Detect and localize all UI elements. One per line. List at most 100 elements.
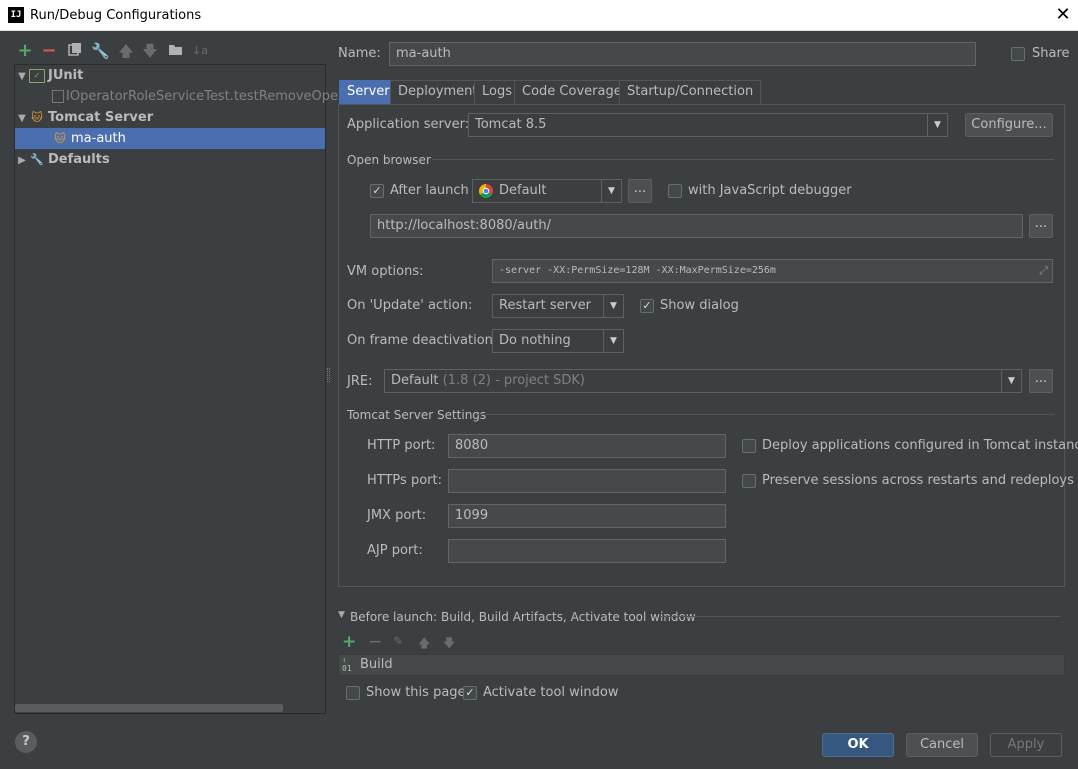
ajp-port-label: AJP port: (367, 543, 423, 558)
tomcat-icon: 🐱 (31, 110, 43, 124)
url-field[interactable]: http://localhost:8080/auth/ (370, 214, 1023, 238)
vm-options-label: VM options: (347, 264, 424, 279)
close-icon[interactable]: ✕ (1054, 5, 1072, 25)
vm-options-field[interactable]: -server -XX:PermSize=128M -XX:MaxPermSiz… (492, 259, 1053, 283)
http-port-label: HTTP port: (367, 438, 436, 453)
open-browser-section: Open browser (347, 153, 431, 167)
url-options-button[interactable]: ... (1029, 214, 1053, 238)
jre-options-button[interactable]: ... (1029, 369, 1053, 393)
preserve-sessions-label: Preserve sessions across restarts and re… (762, 473, 1074, 488)
deploy-apps-checkbox[interactable] (742, 439, 756, 453)
divider (660, 616, 1060, 617)
name-label: Name: (338, 46, 381, 61)
show-this-page-label: Show this page (366, 685, 466, 700)
help-icon[interactable]: ? (15, 731, 37, 753)
tree-item-junit-test[interactable]: IOperatorRoleServiceTest.testRemoveOpera (15, 86, 351, 107)
jre-select[interactable]: Default (1.8 (2) - project SDK) ▼ (384, 369, 1022, 393)
on-update-select[interactable]: Restart server ▼ (492, 294, 624, 318)
select-value: Restart server (499, 298, 592, 313)
https-port-label: HTTPs port: (367, 473, 442, 488)
tomcat-icon: 🐱 (54, 131, 66, 145)
select-value: Default (499, 183, 547, 198)
horizontal-scrollbar[interactable] (15, 704, 283, 712)
js-debugger-checkbox[interactable] (668, 184, 682, 198)
after-launch-label: After launch (390, 183, 469, 198)
jre-hint: (1.8 (2) - project SDK) (442, 373, 585, 388)
vm-options-value: -server -XX:PermSize=128M -XX:MaxPermSiz… (499, 265, 776, 276)
activate-tool-window-checkbox[interactable]: ✓ (463, 686, 477, 700)
application-server-select[interactable]: Tomcat 8.5 ▼ (468, 113, 948, 137)
build-icon: ⬇ 01 (342, 656, 352, 673)
tree-item-ma-auth[interactable]: 🐱 ma-auth (15, 128, 325, 149)
add-icon[interactable]: + (342, 632, 356, 652)
tab-code-coverage[interactable]: Code Coverage (514, 80, 630, 104)
select-value: Tomcat 8.5 (475, 117, 547, 132)
move-down-icon[interactable]: 🡇 (443, 634, 455, 655)
configurations-tree: ▼ ✓ JUnit IOperatorRoleServiceTest.testRem… (14, 64, 351, 714)
remove-icon[interactable]: − (40, 42, 58, 60)
sort-icon[interactable]: ↓a (191, 42, 209, 60)
js-debugger-label: with JavaScript debugger (688, 183, 852, 198)
share-checkbox[interactable] (1011, 47, 1025, 61)
move-down-icon[interactable]: 🡇 (141, 42, 159, 60)
intellij-app-icon: IJ (8, 7, 24, 23)
copy-icon[interactable] (66, 42, 84, 60)
wrench-icon[interactable]: 🔧 (91, 42, 110, 60)
jmx-port-field[interactable]: 1099 (448, 504, 726, 528)
browser-options-button[interactable]: ... (628, 179, 652, 203)
show-this-page-checkbox[interactable] (346, 686, 360, 700)
before-launch-list: ⬇ 01 Build (338, 654, 1065, 676)
on-frame-deactivation-select[interactable]: Do nothing ▼ (492, 329, 624, 353)
apply-button[interactable]: Apply (990, 733, 1062, 757)
expand-down-icon[interactable]: ▼ (15, 108, 29, 129)
tree-item-label: ma-auth (71, 131, 126, 146)
remove-icon[interactable]: − (368, 632, 382, 652)
show-dialog-label: Show dialog (660, 298, 739, 313)
before-launch-title[interactable]: Before launch: Build, Build Artifacts, A… (350, 610, 696, 624)
tab-startup-connection[interactable]: Startup/Connection (619, 80, 762, 104)
jmx-port-label: JMX port: (367, 508, 427, 523)
cancel-button[interactable]: Cancel (906, 733, 978, 757)
folder-icon[interactable] (166, 42, 184, 60)
expand-right-icon[interactable]: ▶ (15, 150, 29, 171)
tree-item-label: JUnit (48, 68, 84, 83)
chevron-down-icon: ▼ (927, 114, 947, 136)
expand-icon[interactable]: ⤢ (1039, 260, 1048, 282)
collapse-down-icon[interactable]: ▼ (338, 610, 345, 620)
https-port-field[interactable] (448, 469, 726, 493)
configure-button[interactable]: Configure... (965, 113, 1053, 137)
tree-item-junit[interactable]: ▼ ✓ JUnit (15, 65, 325, 86)
activate-tool-window-label: Activate tool window (483, 685, 619, 700)
http-port-field[interactable]: 8080 (448, 434, 726, 458)
expand-down-icon[interactable]: ▼ (15, 66, 29, 87)
tab-deployment[interactable]: Deployment (390, 80, 486, 104)
tab-server[interactable]: Server (339, 80, 398, 104)
edit-icon[interactable]: ✎ (393, 634, 403, 648)
move-up-icon[interactable]: 🡅 (117, 42, 135, 60)
ajp-port-field[interactable] (448, 539, 726, 563)
tomcat-settings-section: Tomcat Server Settings (347, 408, 487, 422)
jre-label: JRE: (347, 374, 373, 389)
chevron-down-icon: ▼ (603, 295, 623, 317)
show-dialog-checkbox[interactable]: ✓ (640, 299, 654, 313)
select-value: Do nothing (499, 333, 571, 348)
window-title: Run/Debug Configurations (30, 8, 202, 23)
after-launch-checkbox[interactable]: ✓ (370, 184, 384, 198)
tree-item-label: Defaults (48, 152, 110, 167)
splitter-handle[interactable] (327, 368, 330, 382)
name-field[interactable]: ma-auth (389, 42, 976, 66)
add-icon[interactable]: + (16, 42, 34, 60)
browser-select[interactable]: Default ▼ (472, 179, 622, 203)
before-launch-item[interactable]: Build (360, 657, 393, 672)
chevron-down-icon: ▼ (603, 330, 623, 352)
preserve-sessions-checkbox[interactable] (742, 474, 756, 488)
title-bar: IJ Run/Debug Configurations ✕ (0, 0, 1078, 31)
move-up-icon[interactable]: 🡅 (418, 634, 430, 655)
on-frame-deactivation-label: On frame deactivation: (347, 333, 498, 348)
on-update-label: On 'Update' action: (347, 298, 473, 313)
share-label: Share (1032, 46, 1070, 61)
wrench-icon: 🔧 (30, 152, 44, 166)
tree-item-defaults[interactable]: ▶ 🔧 Defaults (15, 149, 325, 170)
tree-item-tomcat[interactable]: ▼ 🐱 Tomcat Server (15, 107, 325, 128)
ok-button[interactable]: OK (822, 733, 894, 757)
